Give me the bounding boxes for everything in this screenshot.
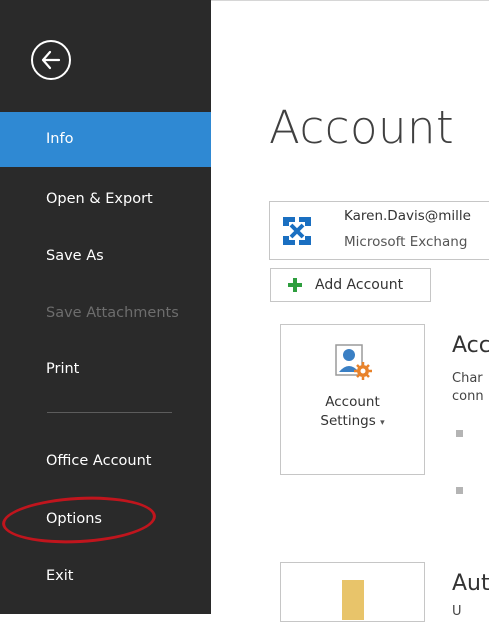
automatic-replies-button[interactable] xyxy=(280,562,425,622)
bullet-icon xyxy=(456,430,463,437)
section-description: Char xyxy=(452,371,483,386)
nav-item-label: Office Account xyxy=(46,453,152,469)
automatic-replies-icon xyxy=(342,580,364,620)
account-type: Microsoft Exchang xyxy=(344,234,468,250)
account-settings-label: Account xyxy=(325,394,380,410)
account-email: Karen.Davis@mille xyxy=(344,208,471,224)
exchange-icon xyxy=(280,214,314,248)
dropdown-caret-icon: ▾ xyxy=(380,418,385,428)
nav-item-save-attachments: Save Attachments xyxy=(0,302,211,324)
section-title-account-settings: Acc xyxy=(452,333,489,358)
main-top-border xyxy=(211,0,489,1)
nav-item-exit[interactable]: Exit xyxy=(0,565,211,587)
section-description-line2: conn xyxy=(452,389,484,404)
nav-item-label: Print xyxy=(46,361,80,377)
sidebar-divider xyxy=(47,412,172,413)
plus-icon xyxy=(288,278,302,292)
nav-item-label: Exit xyxy=(46,568,74,584)
nav-item-label: Save As xyxy=(46,248,104,264)
account-settings-label-line2: Settings ▾ xyxy=(320,413,385,429)
nav-item-info[interactable]: Info xyxy=(0,112,211,167)
bullet-icon xyxy=(456,487,463,494)
add-account-button[interactable]: Add Account xyxy=(270,268,431,302)
account-settings-button[interactable]: Account Settings ▾ xyxy=(280,324,425,475)
account-selector[interactable]: Karen.Davis@mille Microsoft Exchang xyxy=(269,201,489,260)
back-button[interactable] xyxy=(31,40,71,80)
page-title: Account xyxy=(269,101,455,154)
add-account-label: Add Account xyxy=(315,277,404,293)
account-settings-icon xyxy=(335,344,372,380)
nav-item-label: Info xyxy=(46,131,74,147)
nav-item-open-export[interactable]: Open & Export xyxy=(0,188,211,210)
nav-item-office-account[interactable]: Office Account xyxy=(0,450,211,472)
section-title-automatic-replies: Aut xyxy=(452,571,489,596)
back-arrow-icon xyxy=(41,50,61,70)
section-description: U xyxy=(452,604,462,619)
nav-item-print[interactable]: Print xyxy=(0,358,211,380)
nav-item-label: Open & Export xyxy=(46,191,153,207)
nav-item-label: Save Attachments xyxy=(46,305,179,321)
nav-item-save-as[interactable]: Save As xyxy=(0,245,211,267)
